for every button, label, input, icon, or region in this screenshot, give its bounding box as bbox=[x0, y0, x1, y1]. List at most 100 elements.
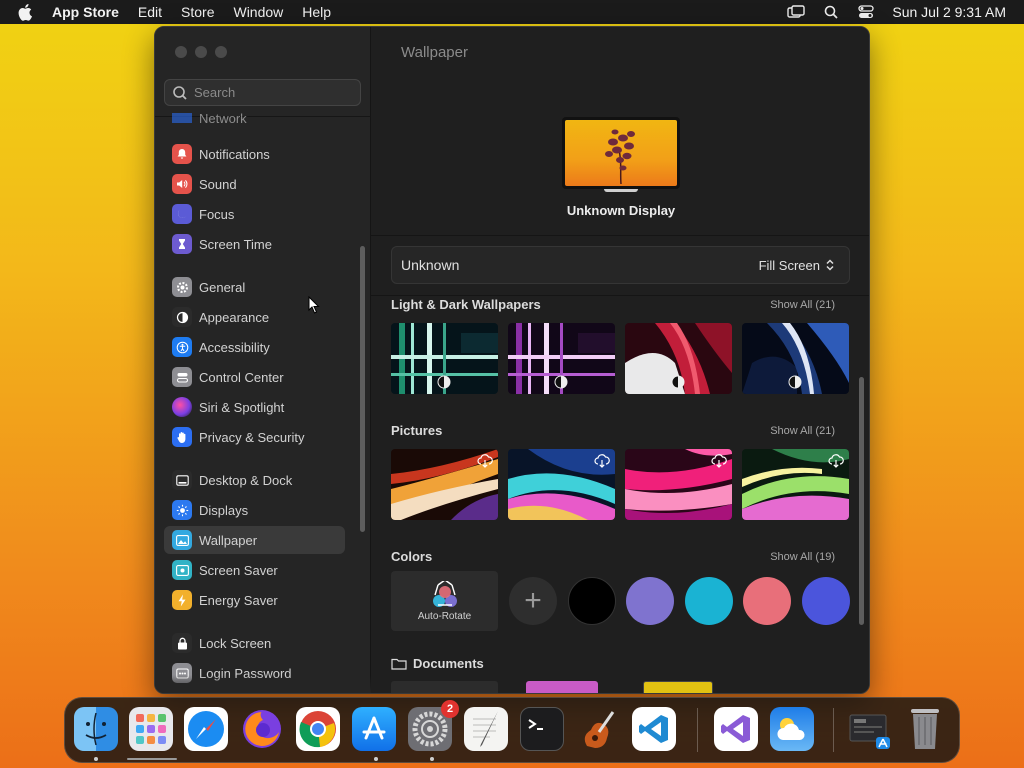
fit-option-popup[interactable]: Fill Screen bbox=[759, 258, 835, 273]
sidebar: Network Notifications Sound Focus bbox=[155, 27, 371, 693]
menu-app-name[interactable]: App Store bbox=[52, 4, 119, 20]
picture-thumb[interactable] bbox=[742, 449, 849, 520]
auto-rotate-tile[interactable]: Auto-Rotate bbox=[391, 571, 498, 631]
moon-icon bbox=[172, 204, 192, 224]
sidebar-item-accessibility[interactable]: Accessibility bbox=[164, 333, 345, 361]
display-preview bbox=[562, 117, 680, 189]
menu-store[interactable]: Store bbox=[181, 4, 214, 20]
light-dark-badge-icon bbox=[437, 375, 451, 389]
picture-thumb[interactable] bbox=[391, 449, 498, 520]
menu-window[interactable]: Window bbox=[233, 4, 283, 20]
window-controls bbox=[175, 46, 227, 58]
sidebar-item-lock-screen[interactable]: Lock Screen bbox=[164, 629, 345, 657]
sidebar-item-screen-time[interactable]: Screen Time bbox=[164, 230, 345, 258]
color-swatch-blue[interactable] bbox=[801, 577, 850, 625]
sidebar-item-label: Siri & Spotlight bbox=[199, 399, 285, 415]
vscode-icon[interactable] bbox=[632, 707, 676, 751]
app-store-icon[interactable] bbox=[352, 707, 396, 751]
trash-icon[interactable] bbox=[903, 707, 947, 751]
close-button[interactable] bbox=[175, 46, 187, 58]
textedit-icon[interactable] bbox=[464, 707, 508, 751]
document-thumb[interactable] bbox=[526, 681, 598, 693]
dock-separator bbox=[697, 708, 698, 752]
search-field[interactable] bbox=[164, 79, 361, 106]
section-title: Light & Dark Wallpapers bbox=[391, 297, 541, 312]
content-scrollbar[interactable] bbox=[859, 377, 864, 625]
sidebar-item-wallpaper[interactable]: Wallpaper bbox=[164, 526, 345, 554]
running-indicator bbox=[94, 757, 98, 761]
globe-icon bbox=[172, 113, 192, 123]
sidebar-item-notifications[interactable]: Notifications bbox=[164, 140, 345, 168]
sidebar-item-focus[interactable]: Focus bbox=[164, 200, 345, 228]
section-documents-header: Documents bbox=[391, 656, 484, 671]
control-center-icon[interactable] bbox=[856, 4, 876, 20]
picture-thumb[interactable] bbox=[508, 449, 615, 520]
show-all-colors-button[interactable]: Show All (19) bbox=[770, 551, 835, 563]
sidebar-item-label: Sound bbox=[199, 176, 237, 192]
chevron-up-down-icon bbox=[826, 259, 834, 271]
launchpad-icon[interactable] bbox=[129, 707, 173, 751]
sidebar-item-sound[interactable]: Sound bbox=[164, 170, 345, 198]
color-swatch-cyan[interactable] bbox=[684, 577, 733, 625]
document-thumb[interactable] bbox=[391, 681, 498, 693]
section-title: Pictures bbox=[391, 423, 443, 438]
pictures-thumbnails bbox=[391, 449, 849, 520]
weather-icon[interactable] bbox=[770, 707, 814, 751]
downloads-stack-icon[interactable] bbox=[848, 707, 892, 751]
screensaver-icon bbox=[172, 560, 192, 580]
visual-studio-icon[interactable] bbox=[714, 707, 758, 751]
auto-rotate-icon bbox=[432, 580, 457, 607]
screen-mirroring-icon[interactable] bbox=[786, 4, 806, 20]
spotlight-search-icon[interactable] bbox=[821, 4, 841, 20]
sidebar-item-energy-saver[interactable]: Energy Saver bbox=[164, 586, 345, 614]
menu-help[interactable]: Help bbox=[302, 4, 331, 20]
sidebar-item-displays[interactable]: Displays bbox=[164, 496, 345, 524]
system-settings-window: Network Notifications Sound Focus bbox=[154, 26, 870, 694]
sidebar-item-desktop-dock[interactable]: Desktop & Dock bbox=[164, 466, 345, 494]
finder-icon[interactable] bbox=[74, 707, 118, 751]
wallpaper-thumb[interactable] bbox=[625, 323, 732, 394]
sidebar-item-control-center[interactable]: Control Center bbox=[164, 363, 345, 391]
search-input[interactable] bbox=[194, 85, 354, 100]
light-dark-badge-icon bbox=[788, 375, 802, 389]
mouse-cursor-icon bbox=[308, 296, 320, 314]
minimize-button[interactable] bbox=[195, 46, 207, 58]
menu-edit[interactable]: Edit bbox=[138, 4, 162, 20]
light-dark-thumbnails bbox=[391, 323, 849, 394]
show-all-pictures-button[interactable]: Show All (21) bbox=[770, 425, 835, 437]
wallpaper-thumb[interactable] bbox=[391, 323, 498, 394]
wallpaper-pane: Wallpaper Unknown Display Unknown Fill S… bbox=[371, 27, 869, 693]
color-swatch-black[interactable] bbox=[567, 577, 616, 625]
dock-separator bbox=[833, 708, 834, 752]
add-color-button[interactable]: + bbox=[509, 577, 557, 625]
terminal-icon[interactable] bbox=[520, 707, 564, 751]
apple-menu-icon[interactable] bbox=[18, 3, 36, 21]
safari-icon[interactable] bbox=[184, 707, 228, 751]
sidebar-scrollbar[interactable] bbox=[360, 246, 365, 532]
preview-divider bbox=[371, 235, 869, 236]
show-all-light-dark-button[interactable]: Show All (21) bbox=[770, 299, 835, 311]
color-swatch-pink[interactable] bbox=[743, 577, 791, 625]
sidebar-item-network[interactable]: Network bbox=[164, 113, 345, 123]
picture-thumb[interactable] bbox=[625, 449, 732, 520]
sidebar-item-label: Network bbox=[199, 113, 247, 123]
hand-icon bbox=[172, 427, 192, 447]
sidebar-item-siri-spotlight[interactable]: Siri & Spotlight bbox=[164, 393, 345, 421]
document-thumb[interactable] bbox=[643, 681, 713, 693]
documents-thumbnails bbox=[391, 681, 713, 693]
wallpaper-thumb[interactable] bbox=[742, 323, 849, 394]
zoom-button[interactable] bbox=[215, 46, 227, 58]
sidebar-item-label: General bbox=[199, 279, 246, 295]
sidebar-item-privacy-security[interactable]: Privacy & Security bbox=[164, 423, 345, 451]
firefox-icon[interactable] bbox=[240, 707, 284, 751]
sidebar-item-label: Notifications bbox=[199, 146, 270, 162]
fit-option-value: Fill Screen bbox=[758, 257, 820, 273]
wallpaper-thumb[interactable] bbox=[508, 323, 615, 394]
chrome-icon[interactable] bbox=[296, 707, 340, 751]
menu-bar: App Store Edit Store Window Help Sun Jul… bbox=[0, 0, 1024, 24]
page-title: Wallpaper bbox=[401, 44, 468, 61]
color-swatch-purple[interactable] bbox=[626, 577, 674, 625]
menu-clock[interactable]: Sun Jul 2 9:31 AM bbox=[892, 4, 1006, 20]
sidebar-item-screen-saver[interactable]: Screen Saver bbox=[164, 556, 345, 584]
instruments-icon[interactable] bbox=[576, 707, 620, 751]
